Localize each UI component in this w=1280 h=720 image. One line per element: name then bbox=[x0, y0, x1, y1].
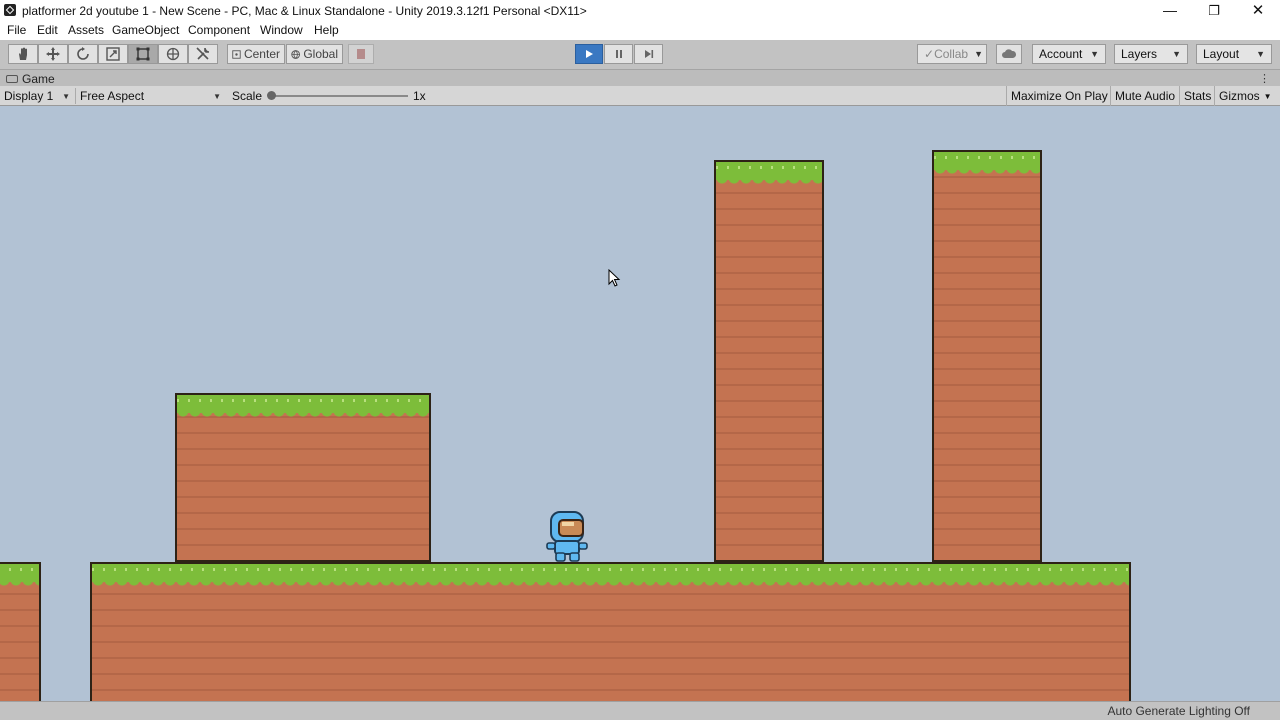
scale-slider-track[interactable] bbox=[268, 95, 408, 97]
main-toolbar: Center Global ✓ Collab ▼ Account ▼ Layer… bbox=[0, 40, 1280, 70]
account-label: Account bbox=[1039, 47, 1083, 61]
menu-window[interactable]: Window bbox=[260, 23, 303, 37]
move-tool-button[interactable] bbox=[38, 44, 68, 64]
stats-toggle[interactable]: Stats bbox=[1179, 86, 1215, 106]
caret-down-icon: ▼ bbox=[1263, 91, 1272, 101]
move-arrows-icon bbox=[46, 47, 60, 61]
scale-slider-thumb[interactable] bbox=[267, 91, 276, 100]
ground-left-edge bbox=[0, 562, 41, 701]
rect-transform-icon bbox=[136, 47, 150, 61]
snap-tool-button[interactable] bbox=[348, 44, 374, 64]
pivot-rotation-label: Global bbox=[303, 47, 338, 61]
caret-down-icon: ▼ bbox=[974, 49, 984, 59]
snap-grid-icon bbox=[357, 49, 365, 59]
account-dropdown[interactable]: Account ▼ bbox=[1032, 44, 1106, 64]
hand-tool-button[interactable] bbox=[8, 44, 38, 64]
pivot-mode-button[interactable]: Center bbox=[227, 44, 285, 64]
status-bar: Auto Generate Lighting Off bbox=[0, 701, 1280, 720]
globe-icon bbox=[291, 49, 301, 59]
pivot-mode-label: Center bbox=[243, 47, 280, 61]
grass-top bbox=[90, 562, 1131, 588]
raised-platform bbox=[175, 393, 431, 562]
pause-icon bbox=[615, 50, 622, 58]
transform-tool-button[interactable] bbox=[158, 44, 188, 64]
close-button[interactable]: ✕ bbox=[1236, 0, 1280, 22]
window-title: platformer 2d youtube 1 - New Scene - PC… bbox=[22, 4, 587, 18]
scale-icon bbox=[106, 47, 120, 61]
collab-label: Collab bbox=[934, 47, 969, 61]
cloud-button[interactable] bbox=[996, 44, 1022, 64]
gizmos-dropdown[interactable]: Gizmos ▼ bbox=[1214, 86, 1276, 106]
kebab-menu-icon[interactable]: ⋮ bbox=[1259, 72, 1270, 85]
grass-top bbox=[175, 393, 431, 419]
collab-dropdown[interactable]: ✓ Collab ▼ bbox=[917, 44, 987, 64]
display-dropdown[interactable]: Display 1 ▼ bbox=[0, 88, 74, 104]
rotate-icon bbox=[77, 47, 89, 60]
grass-top bbox=[932, 150, 1042, 176]
caret-down-icon: ▼ bbox=[1256, 49, 1265, 59]
rect-tool-button[interactable] bbox=[128, 44, 158, 64]
caret-down-icon: ▼ bbox=[1090, 49, 1099, 59]
aspect-dropdown[interactable]: Free Aspect ▼ bbox=[75, 88, 225, 104]
scale-label: Scale bbox=[232, 89, 263, 103]
grass-top bbox=[0, 562, 41, 588]
menu-edit[interactable]: Edit bbox=[37, 23, 58, 37]
mute-audio-toggle[interactable]: Mute Audio bbox=[1110, 86, 1179, 106]
gamepad-icon bbox=[6, 74, 18, 83]
pivot-rotation-button[interactable]: Global bbox=[286, 44, 343, 64]
cloud-icon bbox=[1002, 49, 1017, 58]
rotate-tool-button[interactable] bbox=[68, 44, 98, 64]
maximize-button[interactable]: ❐ bbox=[1192, 0, 1236, 22]
menu-component[interactable]: Component bbox=[188, 23, 250, 37]
check-icon: ✓ bbox=[924, 47, 935, 61]
layout-dropdown[interactable]: Layout ▼ bbox=[1196, 44, 1272, 64]
lighting-status: Auto Generate Lighting Off bbox=[1107, 704, 1250, 718]
hand-icon bbox=[19, 47, 27, 60]
grass-top bbox=[714, 160, 824, 186]
layers-label: Layers bbox=[1121, 47, 1158, 61]
pause-button[interactable] bbox=[604, 44, 633, 64]
tab-game[interactable]: Game bbox=[6, 71, 55, 86]
ground-main bbox=[90, 562, 1131, 701]
step-button[interactable] bbox=[634, 44, 663, 64]
tall-pillar-1 bbox=[714, 160, 824, 562]
game-tab-strip: Game ⋮ bbox=[0, 70, 1280, 86]
scale-value: 1x bbox=[413, 89, 426, 103]
custom-tool-button[interactable] bbox=[188, 44, 218, 64]
transform-icon bbox=[166, 47, 180, 61]
caret-down-icon: ▼ bbox=[213, 91, 221, 101]
caret-down-icon: ▼ bbox=[1172, 49, 1181, 59]
player-character bbox=[546, 511, 588, 562]
game-viewport[interactable] bbox=[0, 106, 1280, 701]
wrench-icon bbox=[196, 47, 210, 60]
window-titlebar: platformer 2d youtube 1 - New Scene - PC… bbox=[0, 0, 1280, 22]
menu-file[interactable]: File bbox=[7, 23, 26, 37]
minimize-button[interactable]: — bbox=[1148, 0, 1192, 22]
menu-assets[interactable]: Assets bbox=[68, 23, 104, 37]
play-button[interactable] bbox=[575, 44, 603, 64]
menu-help[interactable]: Help bbox=[314, 23, 339, 37]
tab-game-label: Game bbox=[22, 71, 55, 86]
step-forward-icon bbox=[644, 50, 653, 58]
unity-logo-icon bbox=[4, 4, 16, 16]
caret-down-icon: ▼ bbox=[62, 91, 70, 101]
aspect-label: Free Aspect bbox=[80, 89, 145, 103]
tall-pillar-2 bbox=[932, 150, 1042, 562]
menu-bar: File Edit Assets GameObject Component Wi… bbox=[0, 22, 1280, 40]
gizmos-label: Gizmos bbox=[1219, 89, 1260, 103]
scale-tool-button[interactable] bbox=[98, 44, 128, 64]
mouse-cursor-icon bbox=[608, 269, 621, 287]
play-icon bbox=[586, 50, 593, 58]
menu-gameobject[interactable]: GameObject bbox=[112, 23, 179, 37]
game-view-controls: Display 1 ▼ Free Aspect ▼ Scale 1x Maxim… bbox=[0, 86, 1280, 106]
display-label: Display 1 bbox=[4, 89, 54, 103]
maximize-on-play-toggle[interactable]: Maximize On Play bbox=[1006, 86, 1112, 106]
pivot-center-icon bbox=[232, 49, 241, 59]
layout-label: Layout bbox=[1203, 47, 1240, 61]
layers-dropdown[interactable]: Layers ▼ bbox=[1114, 44, 1188, 64]
